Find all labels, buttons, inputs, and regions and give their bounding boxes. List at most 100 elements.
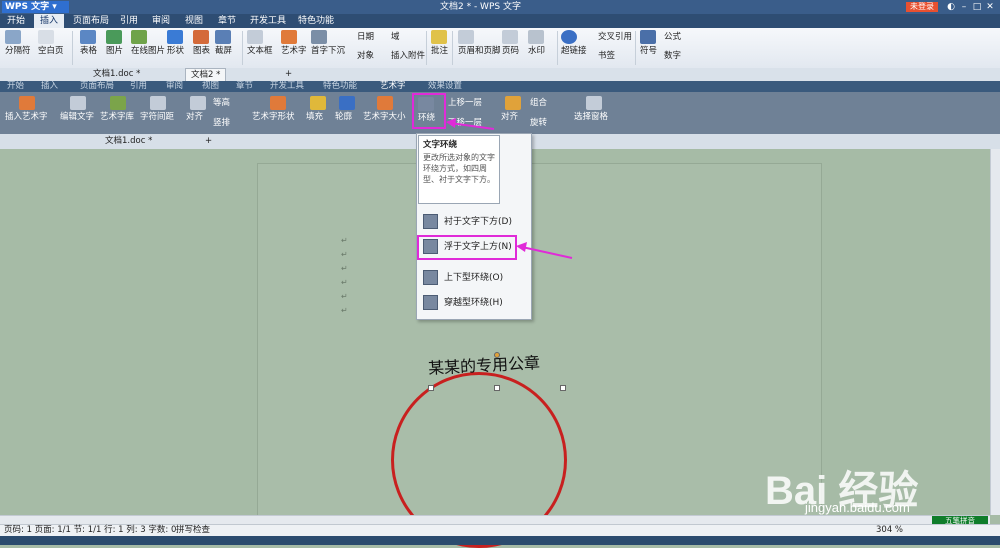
comment-button[interactable]: 批注 <box>431 30 448 66</box>
tab-doc1[interactable]: 文档1.doc * <box>88 68 145 81</box>
minimize-icon[interactable]: – <box>958 0 970 14</box>
ctx-tab-effects[interactable]: 效果设置 <box>428 81 462 92</box>
field-button[interactable]: 域 <box>391 30 400 42</box>
tab-doc2[interactable]: 文档2 * <box>185 68 227 82</box>
paragraph-mark: ↵ <box>341 278 348 287</box>
ctx-tab-wordart[interactable]: 艺术字 <box>380 81 406 92</box>
online-image-button[interactable]: 在线图片 <box>131 30 165 66</box>
menu-reference[interactable]: 引用 <box>120 14 138 28</box>
ctx-tab-layout[interactable]: 页面布局 <box>80 81 114 92</box>
menu-devtools[interactable]: 开发工具 <box>250 14 286 28</box>
ctx-tab-chapter[interactable]: 章节 <box>236 81 253 92</box>
app-menu-button[interactable]: WPS 文字 ▾ <box>2 1 69 13</box>
menu-review[interactable]: 审阅 <box>152 14 170 28</box>
outline-button[interactable]: 轮廓 <box>335 96 355 130</box>
edit-text-icon <box>70 96 86 110</box>
tab-doc1-secondary[interactable]: 文档1.doc * <box>100 135 157 148</box>
char-spacing-button[interactable]: 字符间距 <box>140 96 174 130</box>
resize-handle[interactable] <box>428 385 434 391</box>
skin-icon[interactable]: ◐ <box>945 0 957 14</box>
formula-button[interactable]: 公式 <box>664 30 681 42</box>
screenshot-button[interactable]: 截屏 <box>215 30 232 66</box>
login-button[interactable]: 未登录 <box>906 2 938 12</box>
textbox-button[interactable]: 文本框 <box>247 30 273 66</box>
ctx-tab-features[interactable]: 特色功能 <box>323 81 357 92</box>
top-bottom-icon <box>423 270 438 285</box>
vertical-scrollbar[interactable] <box>990 149 1000 515</box>
close-icon[interactable]: ✕ <box>984 0 996 14</box>
hyperlink-button[interactable]: 超链接 <box>561 30 587 66</box>
number-button[interactable]: 数字 <box>664 49 681 61</box>
attach-file-button[interactable]: 插入附件 <box>391 49 425 61</box>
menu-bar <box>0 14 1000 28</box>
edit-text-button[interactable]: 编辑文字 <box>60 96 94 130</box>
drop-cap-button[interactable]: 首字下沉 <box>311 30 345 66</box>
ctx-tab-view[interactable]: 视图 <box>202 81 219 92</box>
ctx-tab-insert[interactable]: 插入 <box>41 81 58 92</box>
insert-wordart-button[interactable]: 插入艺术字 <box>5 96 48 130</box>
maximize-icon[interactable]: □ <box>971 0 983 14</box>
shape-icon <box>167 30 183 44</box>
wrap-top-bottom-item[interactable]: 上下型环绕(O) <box>419 268 527 288</box>
date-button[interactable]: 日期 <box>357 30 374 42</box>
resize-handle[interactable] <box>494 385 500 391</box>
ctx-tab-reference[interactable]: 引用 <box>130 81 147 92</box>
menu-features[interactable]: 特色功能 <box>298 14 334 28</box>
vertical-text-button[interactable]: 竖排 <box>213 116 230 130</box>
header-footer-button[interactable]: 页眉和页脚 <box>458 30 501 66</box>
page-number-icon <box>502 30 518 44</box>
ctx-tab-review[interactable]: 审阅 <box>166 81 183 92</box>
hyperlink-icon <box>561 30 577 44</box>
bookmark-button[interactable]: 书签 <box>598 49 615 61</box>
rotate-handle[interactable] <box>494 352 500 358</box>
arrow-head-icon <box>516 242 527 252</box>
arrow-to-wrap <box>449 122 495 130</box>
divider <box>426 31 427 65</box>
wordart-library-icon <box>110 96 126 110</box>
os-taskbar <box>0 536 1000 545</box>
blank-page-button[interactable]: 空白页 <box>38 30 64 66</box>
new-tab-icon[interactable]: + <box>200 135 217 148</box>
table-button[interactable]: 表格 <box>80 30 97 66</box>
menu-chapter[interactable]: 章节 <box>218 14 236 28</box>
wrap-through-item[interactable]: 穿越型环绕(H) <box>419 293 527 313</box>
menu-insert[interactable]: 插入 <box>34 14 65 28</box>
page-number-button[interactable]: 页码 <box>502 30 519 66</box>
wordart-shape-button[interactable]: 艺术字形状 <box>252 96 295 130</box>
shape-button[interactable]: 形状 <box>167 30 184 66</box>
wordart-button[interactable]: 艺术字 <box>281 30 307 66</box>
spell-check-button[interactable]: 拼写检查 <box>176 525 210 536</box>
menu-view[interactable]: 视图 <box>185 14 203 28</box>
paragraph-mark: ↵ <box>341 292 348 301</box>
chart-button[interactable]: 图表 <box>193 30 210 66</box>
header-footer-icon <box>458 30 474 44</box>
zoom-level[interactable]: 304 % <box>876 525 903 536</box>
wordart-library-button[interactable]: 艺术字库 <box>100 96 134 130</box>
wordart-icon <box>281 30 297 44</box>
wordart-size-button[interactable]: 艺术字大小 <box>363 96 406 130</box>
object-button[interactable]: 对象 <box>357 49 374 61</box>
image-button[interactable]: 图片 <box>106 30 123 66</box>
ctx-tab-start[interactable]: 开始 <box>7 81 24 92</box>
ctx-tab-devtools[interactable]: 开发工具 <box>270 81 304 92</box>
blank-page-icon <box>38 30 54 44</box>
wordart-shape-icon <box>270 96 286 110</box>
divider <box>635 31 636 65</box>
watermark-button[interactable]: 水印 <box>528 30 545 66</box>
fill-button[interactable]: 填充 <box>306 96 326 130</box>
paragraph-mark: ↵ <box>341 264 348 273</box>
menu-start[interactable]: 开始 <box>7 14 25 28</box>
align-button[interactable]: 对齐 <box>186 96 206 130</box>
cross-reference-button[interactable]: 交叉引用 <box>598 30 632 42</box>
symbol-button[interactable]: 符号 <box>640 30 657 66</box>
app-brand: WPS 文字 <box>5 2 50 12</box>
document-tab-bar <box>0 68 1000 82</box>
equal-height-button[interactable]: 等高 <box>213 96 230 110</box>
resize-handle[interactable] <box>560 385 566 391</box>
menu-layout[interactable]: 页面布局 <box>73 14 109 28</box>
wordart-size-icon <box>377 96 393 110</box>
context-tab-bar <box>0 81 1000 92</box>
new-tab-icon[interactable]: + <box>280 68 297 81</box>
online-image-icon <box>131 30 147 44</box>
section-break-button[interactable]: 分隔符 <box>5 30 31 66</box>
